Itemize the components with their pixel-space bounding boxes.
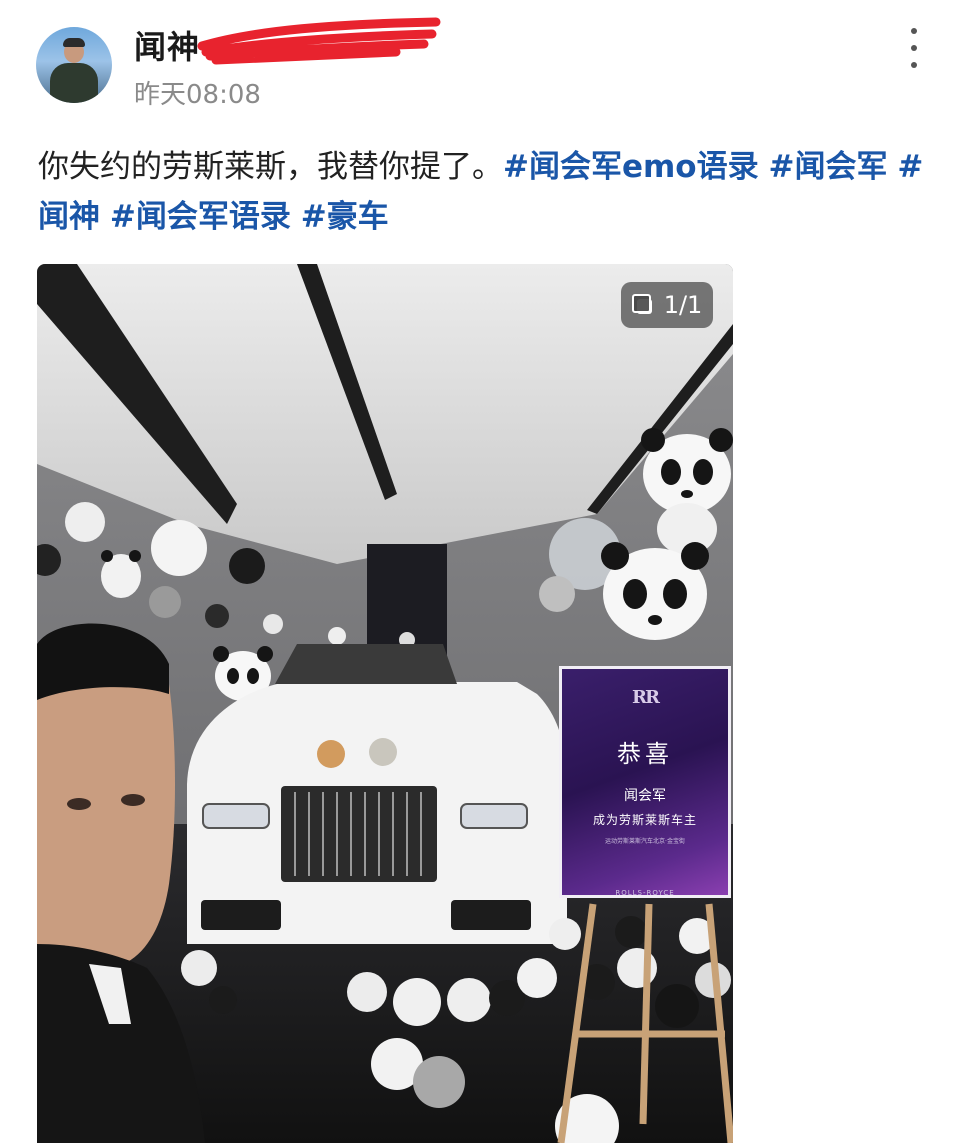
sign-brand: ROLLS-ROYCE xyxy=(615,889,675,897)
author-name[interactable]: 闻神 xyxy=(134,22,200,68)
congratulations-sign: RR 恭喜 闻会军 成为劳斯莱斯车主 运动劳斯莱斯汽车北京·金宝街 ROLLS-… xyxy=(559,666,731,898)
sign-line-4: 运动劳斯莱斯汽车北京·金宝街 xyxy=(605,838,685,845)
hashtag-link[interactable]: #闻会军 xyxy=(768,149,887,185)
post-timestamp: 昨天08:08 xyxy=(134,80,261,110)
panda-balloon-2 xyxy=(601,542,709,640)
post-image[interactable]: 1/1 RR 恭喜 闻会军 成为劳斯莱斯车主 运动劳斯莱斯汽车北京·金宝街 RO… xyxy=(37,264,733,1143)
post-text: 你失约的劳斯莱斯，我替你提了。#闻会军emo语录 #闻会军 #闻神 #闻会军语录… xyxy=(38,142,938,242)
hashtag-link[interactable]: #闻会军语录 xyxy=(110,199,291,235)
sign-line-1: 恭喜 xyxy=(617,740,673,768)
avatar-hair xyxy=(63,38,85,47)
image-counter: 1/1 xyxy=(621,282,713,328)
avatar-body xyxy=(50,63,98,103)
author-avatar[interactable] xyxy=(36,27,112,103)
sign-line-3: 成为劳斯莱斯车主 xyxy=(592,813,697,827)
sign-line-2: 闻会军 xyxy=(624,788,666,804)
post-body-text: 你失约的劳斯莱斯，我替你提了。 xyxy=(38,149,503,185)
hashtag-link[interactable]: #闻会军emo语录 xyxy=(503,149,759,185)
post-header: 闻神 昨天08:08 xyxy=(0,0,960,120)
hashtag-link[interactable]: #豪车 xyxy=(301,199,389,235)
redaction-scribble xyxy=(197,17,441,65)
more-options-icon[interactable] xyxy=(896,28,932,68)
panda-balloon-4 xyxy=(101,550,141,598)
image-counter-text: 1/1 xyxy=(663,291,703,319)
rolls-royce-logo: RR xyxy=(632,687,660,708)
image-stack-icon xyxy=(631,294,654,316)
